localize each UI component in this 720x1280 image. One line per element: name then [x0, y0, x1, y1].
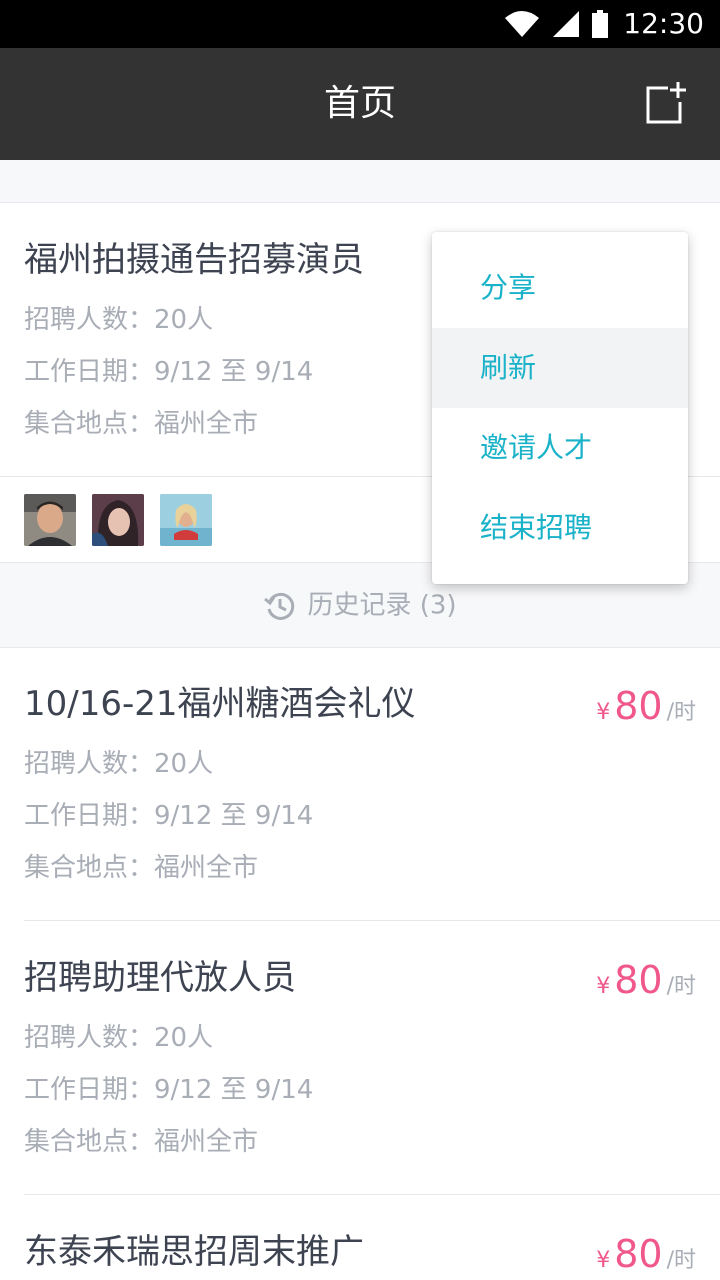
- history-label: 历史记录 (3): [307, 590, 457, 621]
- add-document-icon: [646, 82, 686, 124]
- job-location: 集合地点：福州全市: [24, 1127, 259, 1157]
- job-price: ¥80/时: [596, 684, 696, 728]
- menu-item-invite[interactable]: 邀请人才: [432, 408, 688, 488]
- app-bar: 首页: [0, 48, 720, 160]
- menu-item-share[interactable]: 分享: [432, 248, 688, 328]
- applicant-avatar[interactable]: [160, 494, 212, 546]
- applicant-avatar[interactable]: [92, 494, 144, 546]
- price-value: 80: [614, 1232, 663, 1276]
- job-dates: 工作日期：9/12 至 9/14: [24, 1075, 314, 1105]
- signal-icon: [553, 11, 579, 37]
- avatar-woman: [92, 494, 144, 546]
- job-price: ¥80/时: [596, 958, 696, 1002]
- price-value: 80: [614, 684, 663, 728]
- avatar-man: [24, 494, 76, 546]
- page-title: 首页: [323, 83, 396, 124]
- job-title: 福州拍摄通告招募演员: [24, 240, 364, 280]
- job-title: 10/16-21福州糖酒会礼仪: [24, 684, 416, 724]
- job-headcount: 招聘人数：20人: [24, 1023, 214, 1053]
- status-bar: 12:30: [0, 0, 720, 48]
- job-location: 集合地点：福州全市: [24, 409, 259, 439]
- status-icons: [504, 10, 608, 38]
- price-currency: ¥: [596, 974, 611, 999]
- job-dates: 工作日期：9/12 至 9/14: [24, 357, 314, 387]
- job-card[interactable]: 10/16-21福州糖酒会礼仪 ¥80/时 招聘人数：20人 工作日期：9/12…: [0, 646, 720, 920]
- applicant-avatar[interactable]: [24, 494, 76, 546]
- options-menu: 分享 刷新 邀请人才 结束招聘: [432, 232, 688, 584]
- job-title: 招聘助理代放人员: [24, 958, 296, 998]
- job-dates: 工作日期：9/12 至 9/14: [24, 801, 314, 831]
- price-unit: /时: [666, 974, 696, 999]
- battery-icon: [592, 10, 608, 38]
- history-content: 历史记录 (3): [0, 589, 720, 623]
- job-title: 东泰禾瑞思招周末推广: [24, 1232, 364, 1272]
- price-value: 80: [614, 958, 663, 1002]
- job-price: ¥80/时: [596, 1232, 696, 1276]
- job-headcount: 招聘人数：20人: [24, 305, 214, 335]
- menu-item-refresh[interactable]: 刷新: [432, 328, 688, 408]
- job-card[interactable]: 招聘助理代放人员 ¥80/时 招聘人数：20人 工作日期：9/12 至 9/14…: [0, 920, 720, 1194]
- job-headcount: 招聘人数：20人: [24, 749, 214, 779]
- top-spacer: [0, 160, 720, 203]
- status-time: 12:30: [623, 7, 704, 40]
- add-post-button[interactable]: [640, 80, 688, 128]
- menu-item-end-recruitment[interactable]: 结束招聘: [432, 488, 688, 568]
- price-currency: ¥: [596, 700, 611, 725]
- wifi-icon: [505, 11, 539, 37]
- price-currency: ¥: [596, 1248, 611, 1273]
- price-unit: /时: [666, 700, 696, 725]
- history-clock-icon: [264, 592, 295, 620]
- job-card[interactable]: 东泰禾瑞思招周末推广 ¥80/时: [0, 1194, 720, 1280]
- job-location: 集合地点：福州全市: [24, 853, 259, 883]
- avatar-beach: [160, 494, 212, 546]
- price-unit: /时: [666, 1248, 696, 1273]
